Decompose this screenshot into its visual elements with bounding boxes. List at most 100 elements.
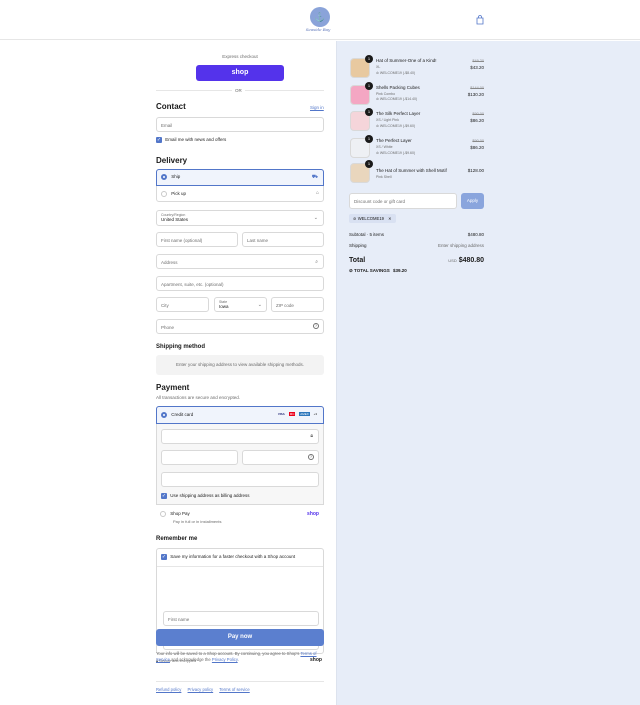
city-field[interactable]: City bbox=[156, 297, 209, 312]
savings-value: $39.20 bbox=[392, 268, 407, 273]
checkbox-checked-icon[interactable]: ✓ bbox=[156, 137, 162, 143]
product-name: Hat of Summer-One of a Kind! bbox=[376, 58, 437, 63]
privacy-link[interactable]: Privacy Policy bbox=[212, 657, 238, 662]
original-price: $90.00 bbox=[472, 139, 484, 143]
ship-option[interactable]: Ship ⛟ bbox=[156, 169, 324, 186]
product-thumbnail: 1 bbox=[350, 82, 373, 105]
delivery-heading: Delivery bbox=[156, 156, 188, 165]
radio-unselected-icon[interactable] bbox=[161, 191, 167, 197]
discount-code: WELCOME19 (-$8.40) bbox=[379, 71, 416, 75]
more-cards-icon: +3 bbox=[313, 412, 317, 416]
pickup-option[interactable]: Pick up ⌂ bbox=[157, 187, 323, 202]
header: ⚓ Seaside Bay bbox=[0, 0, 640, 40]
card-number-field[interactable]: 🔒︎ bbox=[161, 429, 319, 444]
total-label: Total bbox=[349, 257, 366, 264]
checkout-form: Express checkout shop OR Contact Sign in… bbox=[0, 41, 336, 705]
save-info-label: Save my information for a faster checkou… bbox=[170, 554, 296, 560]
sign-in-link[interactable]: Sign in bbox=[310, 105, 324, 110]
payment-heading: Payment bbox=[156, 383, 190, 392]
shipping-method-heading: Shipping method bbox=[156, 344, 205, 350]
brand-logo[interactable]: ⚓ Seaside Bay bbox=[306, 7, 332, 33]
product-thumbnail: 1 bbox=[350, 160, 373, 183]
address-field[interactable]: Address ⌕ bbox=[156, 254, 324, 269]
product-price: $86.20 bbox=[470, 145, 484, 150]
country-select[interactable]: Country/Region United States ⌄ bbox=[156, 210, 324, 226]
quantity-badge: 1 bbox=[365, 55, 373, 63]
terms-of-service-link[interactable]: Terms of service bbox=[219, 687, 249, 692]
shipping-method-notice: Enter your shipping address to view avai… bbox=[156, 355, 324, 375]
state-select[interactable]: State Iowa ⌄ bbox=[214, 297, 267, 312]
discount-code-line: ⊘ WELCOME19 (-$8.40) bbox=[376, 71, 415, 75]
help-icon[interactable]: ? bbox=[313, 323, 319, 329]
shop-pay-express-button[interactable]: shop bbox=[196, 65, 284, 81]
currency-code: USD bbox=[448, 258, 457, 263]
shopping-bag-icon[interactable] bbox=[476, 15, 484, 25]
close-icon[interactable]: ✕ bbox=[388, 216, 392, 221]
applied-code: WELCOME19 bbox=[357, 216, 384, 221]
address-placeholder: Address bbox=[161, 260, 178, 265]
apartment-field[interactable]: Apartment, suite, etc. (optional) bbox=[156, 276, 324, 291]
legal-text-2: and acknowledge the bbox=[171, 657, 211, 662]
shop-pay-subtitle: Pay in full or in installments bbox=[173, 519, 222, 524]
truck-icon: ⛟ bbox=[311, 174, 318, 180]
expiration-field[interactable] bbox=[161, 450, 238, 465]
phone-field[interactable]: Phone ? bbox=[156, 319, 324, 334]
billing-label: Use shipping address as billing address bbox=[170, 493, 250, 499]
contact-heading: Contact bbox=[156, 102, 186, 111]
checkbox-checked-icon[interactable]: ✓ bbox=[161, 554, 167, 560]
news-checkbox-row[interactable]: ✓ Email me with news and offers bbox=[156, 137, 226, 143]
shipping-value: Enter shipping address bbox=[437, 243, 484, 248]
email-field[interactable]: Email bbox=[156, 117, 324, 132]
delivery-options: Ship ⛟ Pick up ⌂ bbox=[156, 169, 324, 202]
quantity-badge: 1 bbox=[365, 160, 373, 168]
radio-selected-icon[interactable] bbox=[161, 412, 167, 418]
name-on-card-field[interactable] bbox=[161, 472, 319, 487]
product-name: The Hat of Summer with Shell Motif bbox=[376, 168, 447, 173]
radio-unselected-icon[interactable] bbox=[160, 511, 166, 517]
product-variant: XS / Light Pink bbox=[376, 118, 399, 122]
pay-now-button[interactable]: Pay now bbox=[156, 629, 324, 646]
discount-code: WELCOME19 (-$14.40) bbox=[379, 97, 418, 101]
last-name-field[interactable]: Last name bbox=[242, 232, 324, 247]
discount-code-line: ⊘ WELCOME19 (-$14.40) bbox=[376, 97, 417, 101]
remember-first-name-field[interactable]: First name bbox=[163, 611, 319, 626]
divider bbox=[156, 681, 324, 682]
product-price: $43.20 bbox=[470, 65, 484, 70]
save-info-checkbox-row[interactable]: ✓ Save my information for a faster check… bbox=[161, 554, 295, 560]
shop-pay-logo: shop bbox=[307, 511, 319, 517]
discount-code-field[interactable]: Discount code or gift card bbox=[349, 193, 457, 209]
shop-pay-option[interactable]: Shop Pay Pay in full or in installments … bbox=[156, 504, 324, 530]
payment-subtitle: All transactions are secure and encrypte… bbox=[156, 395, 241, 400]
original-price: $144.00 bbox=[470, 86, 484, 90]
billing-checkbox-row[interactable]: ✓ Use shipping address as billing addres… bbox=[161, 493, 250, 499]
product-variant: XL bbox=[376, 65, 381, 69]
checkbox-checked-icon[interactable]: ✓ bbox=[161, 493, 167, 499]
product-thumbnail: 1 bbox=[350, 135, 373, 158]
country-value: United States bbox=[161, 217, 189, 222]
credit-card-option[interactable]: Credit card VISA MC AMEX +3 bbox=[156, 406, 324, 424]
total-amount: USD $480.80 bbox=[448, 257, 484, 264]
shipping-label: Shipping bbox=[349, 243, 367, 248]
refund-policy-link[interactable]: Refund policy bbox=[156, 687, 181, 692]
search-icon: ⌕ bbox=[315, 259, 318, 265]
product-variant: XS / White bbox=[376, 145, 393, 149]
radio-selected-icon[interactable] bbox=[161, 174, 167, 180]
pickup-label: Pick up bbox=[171, 191, 187, 197]
card-brands: VISA MC AMEX +3 bbox=[278, 412, 317, 416]
apply-discount-button[interactable]: Apply bbox=[461, 193, 484, 209]
legal-text-1: Your info will be saved to a Shop accoun… bbox=[156, 651, 300, 656]
express-checkout-title: Express checkout bbox=[222, 54, 258, 59]
or-separator: OR bbox=[232, 88, 245, 93]
security-code-field[interactable]: ? bbox=[242, 450, 319, 465]
zip-field[interactable]: ZIP code bbox=[271, 297, 324, 312]
applied-discount-chip: ⊘ WELCOME19 ✕ bbox=[349, 214, 396, 223]
divider bbox=[157, 566, 323, 567]
privacy-policy-link[interactable]: Privacy policy bbox=[188, 687, 214, 692]
ship-label: Ship bbox=[171, 174, 181, 180]
store-icon: ⌂ bbox=[315, 190, 319, 196]
footer-links: Refund policy Privacy policy Terms of se… bbox=[156, 687, 250, 692]
help-icon[interactable]: ? bbox=[308, 454, 314, 460]
first-name-field[interactable]: First name (optional) bbox=[156, 232, 238, 247]
product-name: The Perfect Layer bbox=[376, 138, 412, 143]
product-thumbnail: 1 bbox=[350, 55, 373, 78]
